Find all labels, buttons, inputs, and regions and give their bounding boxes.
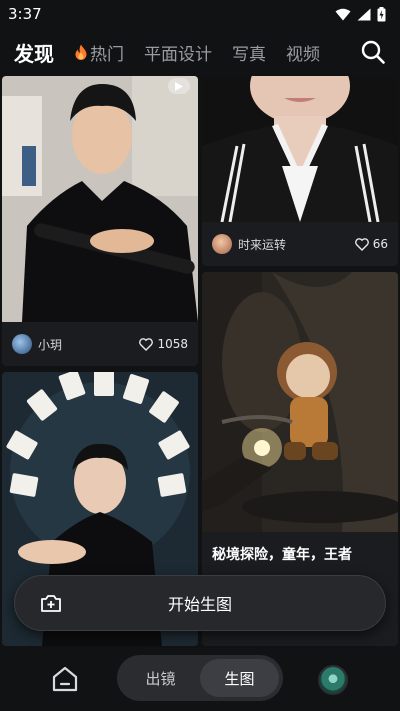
- start-generate-button[interactable]: 开始生图: [14, 575, 386, 631]
- tab-label: 视频: [286, 44, 320, 65]
- video-play-icon: [168, 78, 190, 94]
- tab-portrait[interactable]: 写真: [232, 40, 266, 65]
- signal-icon: [357, 8, 371, 20]
- segment-label: 出镜: [145, 669, 176, 688]
- card-meta: 时来运转 66: [202, 222, 398, 266]
- tab-label: 平面设计: [144, 44, 212, 65]
- status-time: 3:37: [8, 5, 42, 23]
- category-tabs: 发现 热门 平面设计 写真 视频: [0, 38, 340, 67]
- heart-icon: [354, 237, 369, 251]
- segment-label: 生图: [224, 669, 255, 688]
- battery-charging-icon: [377, 6, 386, 21]
- profile-avatar[interactable]: [318, 665, 348, 695]
- tab-graphic-design[interactable]: 平面设计: [144, 40, 212, 65]
- tab-label: 热门: [90, 44, 124, 65]
- camera-add-icon: [41, 595, 61, 612]
- status-bar: 3:37: [0, 0, 400, 28]
- card-image: [202, 272, 398, 532]
- feed-card[interactable]: 小玥 1058: [2, 76, 198, 366]
- feed-card[interactable]: 时来运转 66: [202, 76, 398, 266]
- like-number: 66: [372, 237, 388, 251]
- search-icon[interactable]: [360, 39, 386, 65]
- tab-discover[interactable]: 发现: [14, 38, 54, 67]
- card-title[interactable]: 秘境探险，童年，王者: [212, 544, 352, 564]
- author-name[interactable]: 时来运转: [238, 236, 355, 253]
- top-nav: 发现 热门 平面设计 写真 视频: [0, 30, 400, 74]
- tab-hot[interactable]: 热门: [74, 40, 124, 65]
- heart-icon: [139, 337, 154, 351]
- segment-appear[interactable]: 出镜: [121, 659, 200, 697]
- author-avatar[interactable]: [212, 234, 232, 254]
- segment-generate[interactable]: 生图: [200, 659, 279, 697]
- bottom-bar: 出镜 生图: [0, 648, 400, 711]
- home-icon[interactable]: [50, 664, 80, 694]
- author-name[interactable]: 小玥: [38, 336, 139, 353]
- status-icons: [335, 6, 386, 22]
- card-image: [202, 76, 398, 222]
- card-image: [2, 76, 198, 322]
- mode-switch: 出镜 生图: [117, 655, 283, 701]
- tab-label: 写真: [232, 44, 266, 65]
- like-number: 1058: [157, 337, 188, 351]
- card-meta: 小玥 1058: [2, 322, 198, 366]
- author-avatar[interactable]: [12, 334, 32, 354]
- tab-video[interactable]: 视频: [286, 40, 320, 65]
- feed-grid: 小玥 1058 时来运转 66 秘境探险，童年，王者: [0, 76, 400, 646]
- wifi-icon: [335, 8, 351, 20]
- fire-icon: [75, 44, 87, 60]
- like-count[interactable]: 66: [354, 237, 388, 251]
- tab-label: 发现: [14, 41, 54, 66]
- start-generate-label: 开始生图: [167, 595, 232, 614]
- like-count[interactable]: 1058: [139, 337, 188, 351]
